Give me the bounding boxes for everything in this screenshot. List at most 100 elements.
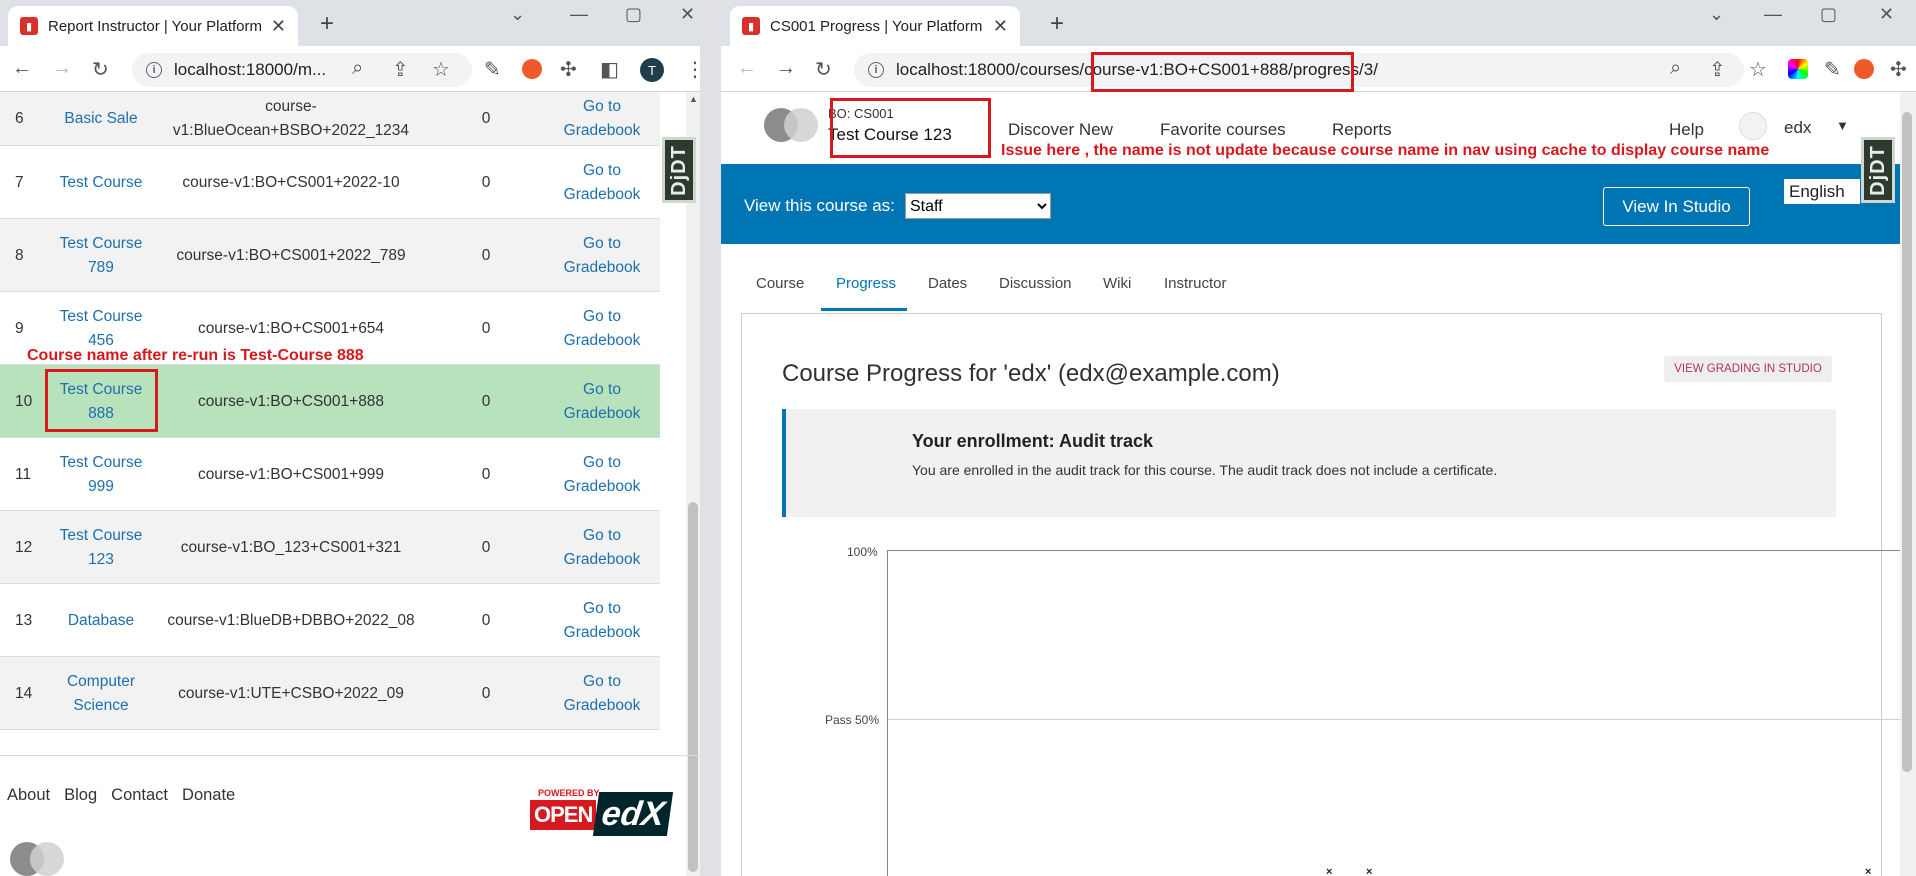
browser-tab-progress[interactable]: ▮ CS001 Progress | Your Platform N ✕ [730, 6, 1020, 46]
minimize-icon[interactable]: — [1764, 4, 1782, 25]
row-number: 8 [15, 246, 24, 264]
site-info-icon[interactable]: i [868, 62, 884, 78]
course-name-link[interactable]: Test Course 123 [44, 511, 158, 584]
address-bar[interactable]: i localhost:18000/m... [132, 53, 472, 87]
djdt-toolbar-handle[interactable]: DjDT [662, 137, 696, 203]
course-name-link[interactable]: Test Course 789 [44, 219, 158, 292]
theme-toggle[interactable] [10, 842, 64, 876]
share-icon[interactable]: ⇪ [1709, 57, 1726, 82]
course-name-link[interactable]: Database [44, 584, 158, 657]
gradebook-link[interactable]: Go to Gradebook [548, 292, 656, 365]
enrollment-count: 0 [481, 465, 491, 483]
course-id: course-v1:UTE+CSBO+2022_09 [178, 684, 404, 702]
username[interactable]: edx [1784, 118, 1811, 138]
language-selector[interactable]: English [1784, 179, 1860, 204]
forward-icon[interactable]: → [776, 57, 796, 80]
forward-icon[interactable]: → [52, 57, 72, 80]
footer-about-link[interactable]: About [7, 786, 50, 805]
view-as-select[interactable]: Staff [905, 193, 1051, 219]
profile-avatar[interactable]: T [640, 58, 664, 82]
gradebook-link[interactable]: Go to Gradebook [548, 92, 656, 146]
view-grading-in-studio-button[interactable]: VIEW GRADING IN STUDIO [1664, 356, 1832, 382]
course-name-link[interactable]: Test Course [44, 146, 158, 219]
side-panel-icon[interactable]: ◧ [600, 57, 619, 82]
tab-search-icon[interactable]: ⌄ [510, 4, 525, 25]
scrollbar-thumb[interactable] [688, 502, 698, 872]
view-as-label: View this course as: [744, 196, 895, 215]
new-tab-icon[interactable]: + [1050, 10, 1064, 38]
close-window-icon[interactable]: ✕ [680, 4, 695, 25]
reload-icon[interactable]: ↻ [815, 57, 832, 82]
zoom-icon[interactable]: ⌕ [352, 57, 363, 80]
scrollbar-thumb[interactable] [1902, 112, 1912, 772]
nav-favorite-courses[interactable]: Favorite courses [1160, 120, 1286, 140]
share-icon[interactable]: ⇪ [392, 57, 409, 82]
enrollment-count: 0 [481, 538, 491, 556]
tab-course[interactable]: Course [756, 275, 804, 292]
gradebook-link[interactable]: Go to Gradebook [548, 511, 656, 584]
course-name-link[interactable]: Test Course 999 [44, 438, 158, 511]
nav-reports[interactable]: Reports [1332, 120, 1392, 140]
user-menu-caret-icon[interactable]: ▼ [1836, 118, 1849, 133]
gradebook-link[interactable]: Go to Gradebook [548, 146, 656, 219]
bookmark-star-icon[interactable]: ☆ [432, 57, 450, 82]
annotation-box-url [1091, 52, 1354, 92]
color-extension-icon[interactable] [1788, 59, 1808, 79]
gradebook-link[interactable]: Go to Gradebook [548, 365, 656, 438]
open-edx-logo[interactable]: POWERED BY OPEN edX [530, 788, 680, 844]
tab-instructor[interactable]: Instructor [1164, 275, 1227, 292]
nav-discover-new[interactable]: Discover New [1008, 120, 1113, 140]
site-info-icon[interactable]: i [146, 62, 162, 78]
gradebook-link[interactable]: Go to Gradebook [548, 657, 656, 730]
nav-help[interactable]: Help [1669, 120, 1704, 140]
zoom-icon[interactable]: ⌕ [1670, 57, 1681, 80]
course-name-line1: Test Course [59, 453, 143, 471]
chart-y-label-top: 100% [847, 545, 878, 559]
reload-icon[interactable]: ↻ [92, 57, 109, 82]
new-tab-icon[interactable]: + [320, 10, 334, 38]
extensions-puzzle-icon[interactable]: ✣ [560, 57, 577, 82]
extension-orange-icon[interactable] [1854, 59, 1874, 79]
enrollment-count: 0 [481, 392, 491, 410]
annotation-cache-issue: Issue here , the name is not update beca… [1001, 142, 1770, 159]
tab-dates[interactable]: Dates [928, 275, 967, 292]
minimize-icon[interactable]: — [570, 4, 588, 25]
gradebook-link[interactable]: Go to Gradebook [548, 219, 656, 292]
footer-contact-link[interactable]: Contact [111, 786, 168, 805]
eyedropper-extension-icon[interactable]: ✎ [484, 57, 501, 82]
djdt-toolbar-handle[interactable]: DjDT [1861, 137, 1895, 203]
tab-close-icon[interactable]: ✕ [993, 16, 1008, 37]
extension-orange-icon[interactable] [522, 59, 542, 79]
maximize-icon[interactable]: ▢ [1820, 4, 1837, 25]
tab-wiki[interactable]: Wiki [1103, 275, 1131, 292]
table-row: 11 Test Course 999 course-v1:BO+CS001+999 0 G… [0, 438, 660, 511]
tab-search-icon[interactable]: ⌄ [1709, 4, 1724, 25]
user-avatar[interactable] [1739, 112, 1767, 140]
footer-blog-link[interactable]: Blog [64, 786, 97, 805]
left-page-scrollbar[interactable]: ▲ [686, 92, 700, 876]
bookmark-star-icon[interactable]: ☆ [1749, 57, 1767, 82]
gradebook-link[interactable]: Go to Gradebook [548, 438, 656, 511]
tab-close-icon[interactable]: ✕ [271, 16, 286, 37]
table-row: 14 Computer Science course-v1:UTE+CSBO+2022… [0, 657, 660, 730]
maximize-icon[interactable]: ▢ [625, 4, 642, 25]
close-window-icon[interactable]: ✕ [1879, 4, 1894, 25]
theme-toggle[interactable] [764, 108, 818, 142]
scroll-up-arrow-icon[interactable]: ▲ [689, 94, 698, 104]
table-row: 12 Test Course 123 course-v1:BO_123+CS001+3… [0, 511, 660, 584]
course-name-link[interactable]: Computer Science [44, 657, 158, 730]
tab-discussion[interactable]: Discussion [999, 275, 1072, 292]
back-icon[interactable]: ← [737, 57, 757, 80]
browser-menu-icon[interactable]: ⋮ [685, 57, 700, 82]
eyedropper-extension-icon[interactable]: ✎ [1824, 57, 1841, 82]
right-page-scrollbar[interactable] [1900, 92, 1916, 876]
tab-progress[interactable]: Progress [836, 275, 896, 292]
extensions-puzzle-icon[interactable]: ✣ [1890, 57, 1907, 82]
footer-donate-link[interactable]: Donate [182, 786, 235, 805]
browser-tab-report[interactable]: ▮ Report Instructor | Your Platform ✕ [8, 6, 298, 46]
view-in-studio-button[interactable]: View In Studio [1603, 187, 1750, 226]
gradebook-link[interactable]: Go to Gradebook [548, 584, 656, 657]
course-id: course-v1:BO_123+CS001+321 [180, 538, 402, 556]
course-name-link[interactable]: Basic Sale [44, 92, 158, 146]
back-icon[interactable]: ← [12, 57, 32, 80]
